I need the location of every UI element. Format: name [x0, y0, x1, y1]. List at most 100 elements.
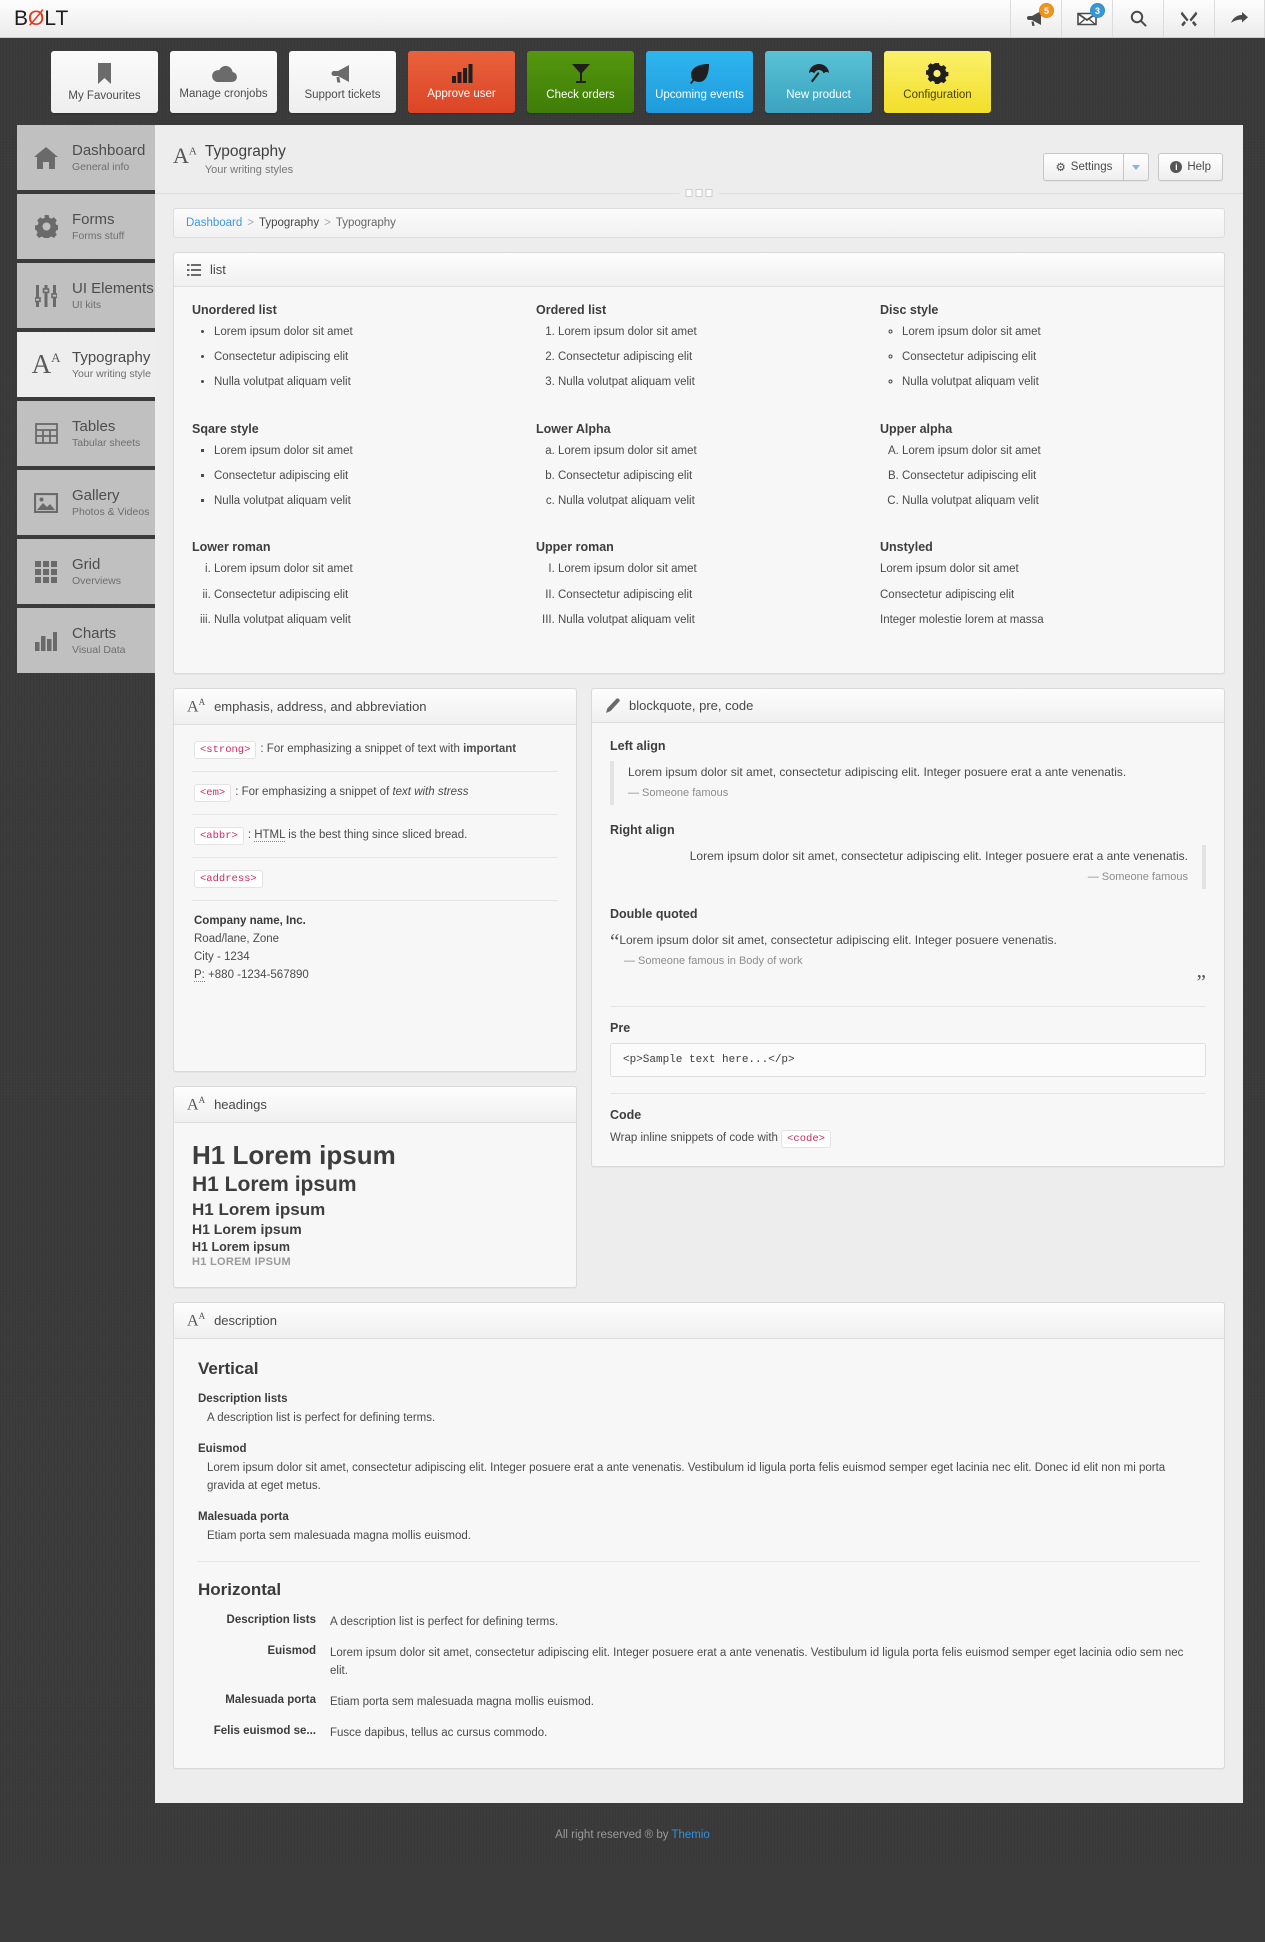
panel-title: emphasis, address, and abbreviation: [214, 699, 427, 715]
cocktail-icon: [571, 63, 591, 84]
list-item: Lorem ipsum dolor sit amet: [558, 563, 862, 576]
panel-title: description: [214, 1312, 277, 1328]
leaf-icon: [689, 63, 710, 84]
blockquote-double-text: Lorem ipsum dolor sit amet, consectetur …: [619, 932, 1057, 947]
tile-label: Manage cronjobs: [179, 87, 268, 100]
page-header: AA Typography Your writing styles ⚙ Sett…: [155, 125, 1243, 181]
brand-pre: B: [14, 6, 30, 30]
settings-button[interactable]: ⚙ Settings: [1043, 153, 1124, 181]
tile-approve-user[interactable]: Approve user: [408, 51, 515, 113]
tile-support-tickets[interactable]: Support tickets: [289, 51, 396, 113]
page-actions: ⚙ Settings i Help: [1043, 143, 1223, 181]
brand-post: LT: [44, 6, 70, 30]
panel-blockquote: blockquote, pre, code Left align Lorem i…: [591, 687, 1225, 1168]
list-item: Consectetur adipiscing elit: [902, 351, 1206, 364]
envelope-badge: 3: [1090, 3, 1105, 18]
tools-icon[interactable]: [1163, 0, 1214, 37]
sidebar-item-gallery[interactable]: Gallery Photos & Videos: [17, 470, 155, 535]
list-block: Unstyled Lorem ipsum dolor sit amet Consec…: [880, 540, 1206, 639]
list-block: Lower Alpha Lorem ipsum dolor sit amet Con…: [536, 422, 862, 521]
description-definition: Etiam porta sem malesuada magna mollis e…: [207, 1529, 471, 1542]
code-label: Code: [610, 1108, 642, 1123]
sidebar-item-title: Tables: [72, 418, 116, 436]
sidebar-item-dashboard[interactable]: Dashboard General info: [17, 125, 155, 190]
info-icon: i: [1170, 161, 1183, 173]
sidebar-item-title: Gallery: [72, 487, 120, 505]
tile-upcoming-events[interactable]: Upcoming events: [646, 51, 753, 113]
abbr-tag: <abbr>: [194, 827, 244, 846]
tile-manage-cronjobs[interactable]: Manage cronjobs: [170, 51, 277, 113]
breadcrumb-separator: >: [324, 217, 331, 229]
blockquote-left: Lorem ipsum dolor sit amet, consectetur …: [610, 760, 1206, 805]
footer-link[interactable]: Themio: [671, 1829, 709, 1841]
code-description: Wrap inline snippets of code with <code>: [610, 1130, 1206, 1149]
blockquote-right: Lorem ipsum dolor sit amet, consectetur …: [610, 844, 1206, 889]
description-term: Description lists: [198, 1393, 288, 1406]
tile-check-orders[interactable]: Check orders: [527, 51, 634, 113]
list-block-title: Lower roman: [192, 540, 271, 555]
megaphone-icon[interactable]: 5: [1010, 0, 1061, 37]
panel-title: blockquote, pre, code: [629, 697, 754, 713]
sidebar-item-grid[interactable]: Grid Overviews: [17, 539, 155, 604]
bar-chart-icon: [451, 64, 473, 83]
description-term: Description lists: [226, 1614, 316, 1627]
brand-logo[interactable]: B Ø LT: [0, 0, 69, 37]
address-block: Company name, Inc. Road/lane, Zone City …: [192, 901, 558, 994]
sidebar-item-tables[interactable]: Tables Tabular sheets: [17, 401, 155, 466]
sidebar-item-forms[interactable]: Forms Forms stuff: [17, 194, 155, 259]
description-definition: Etiam porta sem malesuada magna mollis e…: [330, 1695, 594, 1708]
blockquote-right-text: Lorem ipsum dolor sit amet, consectetur …: [689, 848, 1188, 863]
breadcrumb: Dashboard > Typography > Typography: [173, 208, 1225, 238]
description-definition: Lorem ipsum dolor sit amet, consectetur …: [207, 1462, 1166, 1492]
list-item: Nulla volutpat aliquam velit: [214, 376, 518, 389]
list-icon: [187, 263, 201, 276]
tile-label: Upcoming events: [655, 88, 744, 101]
bookmark-icon: [96, 62, 113, 85]
tile-new-product[interactable]: New product: [765, 51, 872, 113]
code-text: Wrap inline snippets of code with: [610, 1132, 782, 1145]
shortcut-tiles: My Favourites Manage cronjobs Support ti…: [0, 38, 1265, 125]
umbrella-icon: [808, 63, 830, 84]
em-tag: <em>: [194, 784, 232, 803]
list: Lorem ipsum dolor sit amet Consectetur ad…: [214, 326, 518, 390]
share-arrow-icon[interactable]: [1214, 0, 1265, 37]
list-block-title: Unstyled: [880, 540, 933, 555]
chevron-down-icon: [1132, 164, 1141, 170]
envelope-icon[interactable]: 3: [1061, 0, 1112, 37]
sidebar-item-charts[interactable]: Charts Visual Data: [17, 608, 155, 673]
address-phone: +880 -1234-567890: [204, 968, 309, 981]
list: Lorem ipsum dolor sit amet Consectetur ad…: [214, 445, 518, 509]
search-icon[interactable]: [1112, 0, 1163, 37]
list-item: Consectetur adipiscing elit: [214, 589, 518, 602]
list-item: Nulla volutpat aliquam velit: [902, 495, 1206, 508]
list-item: Nulla volutpat aliquam velit: [558, 614, 862, 627]
list-item: Consectetur adipiscing elit: [214, 470, 518, 483]
code-tag: <code>: [781, 1130, 831, 1149]
headings-body: H1 Lorem ipsum H1 Lorem ipsum H1 Lorem ips…: [174, 1123, 576, 1287]
tile-configuration[interactable]: Configuration: [884, 51, 991, 113]
list-block: Upper alpha Lorem ipsum dolor sit amet Con…: [880, 422, 1206, 521]
abbr-term: HTML: [254, 829, 286, 843]
help-button[interactable]: i Help: [1158, 153, 1223, 181]
address-company: Company name, Inc.: [194, 915, 306, 928]
list: Lorem ipsum dolor sit amet Consectetur ad…: [880, 563, 1206, 627]
list-item: Lorem ipsum dolor sit amet: [214, 326, 518, 339]
typography-icon: AA: [31, 349, 61, 379]
sidebar-item-title: Dashboard: [72, 142, 146, 160]
list-grid: Unordered list Lorem ipsum dolor sit amet…: [192, 303, 1206, 655]
sidebar-item-ui-elements[interactable]: UI Elements UI kits: [17, 263, 155, 328]
settings-dropdown-toggle[interactable]: [1123, 153, 1150, 181]
settings-button-group: ⚙ Settings: [1043, 153, 1150, 181]
tile-my-favourites[interactable]: My Favourites: [51, 51, 158, 113]
description-term: Malesuada porta: [225, 1693, 316, 1706]
divider: [610, 1093, 1206, 1095]
drag-handle-dots[interactable]: [679, 189, 719, 197]
breadcrumb-root[interactable]: Dashboard: [186, 217, 242, 229]
list-item: Consectetur adipiscing elit: [558, 351, 862, 364]
sidebar-item-typography[interactable]: AA Typography Your writing style: [17, 332, 155, 397]
main-content: AA Typography Your writing styles ⚙ Sett…: [155, 125, 1243, 1804]
page-title: Typography: [204, 143, 286, 160]
heading-sample: H1 LOREM IPSUM: [192, 1255, 291, 1268]
panel-emphasis: AA emphasis, address, and abbreviation <…: [173, 687, 577, 1072]
image-icon: [33, 492, 59, 513]
